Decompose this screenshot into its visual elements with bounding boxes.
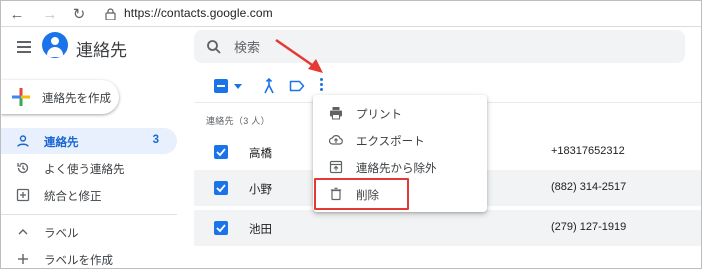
reload-icon[interactable]: ↻ <box>70 5 88 23</box>
sidebar-item-label: ラベル <box>44 228 79 240</box>
menu-item-label: プリント <box>356 109 402 121</box>
select-all-checkbox[interactable] <box>214 79 228 93</box>
arrow-left-icon[interactable]: ← <box>8 5 26 23</box>
contacts-count-badge: 3 <box>152 134 159 146</box>
section-header: 連絡先（3 人） <box>206 116 270 126</box>
chevron-down-icon[interactable] <box>234 84 242 89</box>
menu-item-label: エクスポート <box>356 136 425 148</box>
address-bar[interactable]: https://contacts.google.com <box>124 6 273 20</box>
check-icon <box>216 184 226 193</box>
plus-icon <box>18 254 28 264</box>
sidebar-divider <box>1 214 177 215</box>
sidebar-item-merge-fix[interactable]: 統合と修正 <box>1 182 177 208</box>
contact-row[interactable]: 池田 (279) 127-1919 <box>194 210 701 246</box>
contact-phone: (882) 314-2517 <box>551 181 627 193</box>
merge-fix-icon <box>16 188 30 202</box>
chevron-up-icon <box>18 229 28 235</box>
screenshot-frame: ← → ↻ https://contacts.google.com 連絡先 連絡… <box>0 0 702 269</box>
annotation-highlight-box <box>314 178 409 210</box>
contact-name: 高橋 <box>249 148 272 160</box>
contact-name: 池田 <box>249 224 272 236</box>
merge-icon[interactable] <box>262 77 276 95</box>
create-contact-label: 連絡先を作成 <box>42 93 111 105</box>
contact-name: 小野 <box>249 184 272 196</box>
row-checkbox[interactable] <box>214 181 228 195</box>
more-vert-icon[interactable] <box>319 78 325 94</box>
annotation-arrow <box>275 38 323 73</box>
browser-toolbar: ← → ↻ https://contacts.google.com <box>1 1 701 27</box>
search-icon <box>207 40 221 54</box>
sidebar-item-label: ラベルを作成 <box>44 255 113 267</box>
archive-icon <box>329 160 343 174</box>
check-icon <box>216 148 226 157</box>
lock-icon <box>105 8 116 20</box>
app-title: 連絡先 <box>76 41 127 60</box>
contact-phone: +18317652312 <box>551 145 625 157</box>
sidebar-item-contacts[interactable]: 連絡先 3 <box>1 128 177 154</box>
contacts-logo-icon <box>42 32 68 58</box>
sidebar-item-create-label[interactable]: ラベルを作成 <box>1 246 177 268</box>
history-icon <box>17 162 29 174</box>
sidebar-item-label: 統合と修正 <box>44 191 102 203</box>
search-bar[interactable] <box>194 30 685 63</box>
sidebar-item-label: 連絡先 <box>44 137 79 149</box>
plus-colored-icon <box>12 88 30 106</box>
print-icon <box>330 107 342 120</box>
contact-phone: (279) 127-1919 <box>551 221 627 233</box>
sidebar-item-labels-toggle[interactable]: ラベル <box>1 219 177 245</box>
row-checkbox[interactable] <box>214 145 228 159</box>
check-icon <box>216 224 226 233</box>
sidebar-item-label: よく使う連絡先 <box>44 164 125 176</box>
person-icon <box>17 135 29 147</box>
label-icon[interactable] <box>289 80 305 92</box>
row-checkbox[interactable] <box>214 221 228 235</box>
menu-item-hide[interactable]: 連絡先から除外 <box>313 153 487 180</box>
create-contact-button[interactable]: 連絡先を作成 <box>1 80 119 114</box>
cloud-upload-icon <box>329 135 343 145</box>
menu-item-label: 連絡先から除外 <box>356 163 437 175</box>
menu-icon[interactable] <box>17 41 31 53</box>
menu-item-print[interactable]: プリント <box>313 99 487 126</box>
sidebar-item-frequent[interactable]: よく使う連絡先 <box>1 155 177 181</box>
menu-item-export[interactable]: エクスポート <box>313 126 487 153</box>
arrow-right-icon[interactable]: → <box>41 5 59 23</box>
